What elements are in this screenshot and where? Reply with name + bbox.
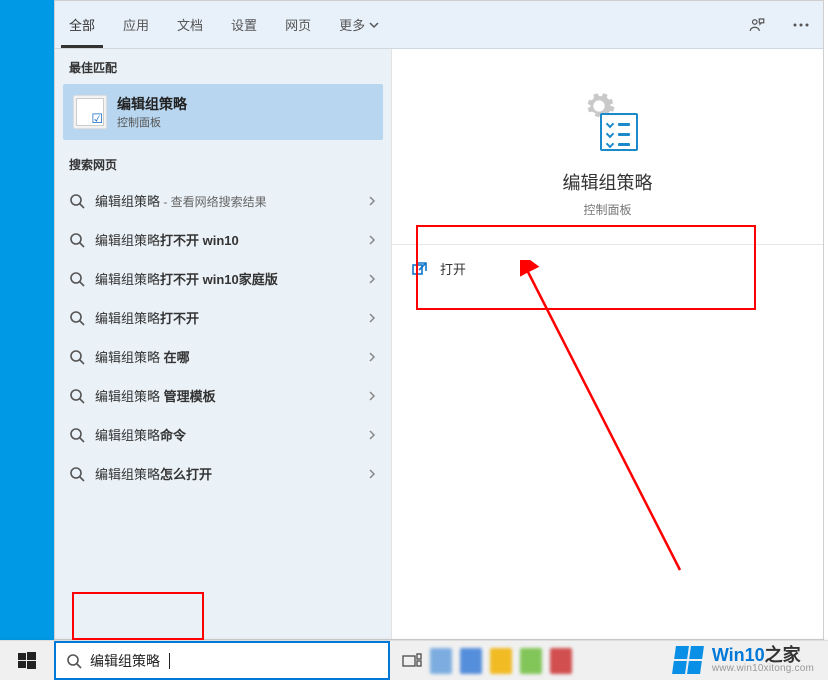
chevron-right-icon	[367, 313, 377, 323]
taskbar-apps	[390, 641, 828, 680]
web-result-text: 编辑组策略打不开 win10家庭版	[95, 269, 357, 288]
section-web-header: 搜索网页	[55, 146, 391, 181]
web-results-list: 编辑组策略 - 查看网络搜索结果编辑组策略打不开 win10 编辑组策略打不开 w…	[55, 181, 391, 493]
windows-logo-icon	[18, 652, 36, 670]
feedback-button[interactable]	[735, 1, 779, 48]
tab-web[interactable]: 网页	[271, 1, 325, 48]
preview-app-icon	[576, 89, 640, 153]
chevron-right-icon	[367, 469, 377, 479]
taskbar-search-box[interactable]: 编辑组策略	[54, 641, 390, 680]
open-action-label: 打开	[440, 259, 466, 278]
content-area: 最佳匹配 编辑组策略 控制面板 搜索网页 编辑组策略 - 查看网络搜索结果编辑组…	[55, 49, 823, 639]
search-icon	[69, 388, 85, 404]
tab-all[interactable]: 全部	[55, 1, 109, 48]
preview-subtitle: 控制面板	[583, 201, 631, 218]
search-icon	[69, 232, 85, 248]
search-icon	[66, 653, 82, 669]
preview-column: 编辑组策略 控制面板 打开	[391, 49, 823, 639]
web-result-text: 编辑组策略打不开	[95, 308, 357, 327]
best-match-result[interactable]: 编辑组策略 控制面板	[63, 84, 383, 140]
web-result-item[interactable]: 编辑组策略打不开	[55, 298, 391, 337]
control-panel-icon	[73, 95, 107, 129]
web-result-item[interactable]: 编辑组策略 管理模板	[55, 376, 391, 415]
tab-more[interactable]: 更多	[325, 1, 393, 48]
web-result-text: 编辑组策略命令	[95, 425, 357, 444]
search-icon	[69, 466, 85, 482]
web-result-item[interactable]: 编辑组策略命令	[55, 415, 391, 454]
desktop-background-strip	[0, 0, 54, 680]
web-result-text: 编辑组策略 - 查看网络搜索结果	[95, 191, 357, 210]
taskbar: 编辑组策略	[0, 640, 828, 680]
web-result-item[interactable]: 编辑组策略打不开 win10家庭版	[55, 259, 391, 298]
results-column: 最佳匹配 编辑组策略 控制面板 搜索网页 编辑组策略 - 查看网络搜索结果编辑组…	[55, 49, 391, 639]
chevron-right-icon	[367, 274, 377, 284]
checklist-icon	[600, 113, 638, 151]
web-result-item[interactable]: 编辑组策略 - 查看网络搜索结果	[55, 181, 391, 220]
chevron-right-icon	[367, 391, 377, 401]
preview-title: 编辑组策略	[563, 169, 653, 195]
web-result-text: 编辑组策略怎么打开	[95, 464, 357, 483]
start-button[interactable]	[0, 641, 54, 680]
search-icon	[69, 349, 85, 365]
search-results-panel: 全部 应用 文档 设置 网页 更多 最佳匹配 编辑组策略 控制面板 搜	[54, 0, 824, 640]
best-match-text: 编辑组策略 控制面板	[117, 94, 187, 130]
web-result-item[interactable]: 编辑组策略 在哪	[55, 337, 391, 376]
task-view-icon[interactable]	[402, 653, 422, 669]
chevron-right-icon	[367, 235, 377, 245]
filter-tab-bar: 全部 应用 文档 设置 网页 更多	[55, 1, 823, 49]
web-result-text: 编辑组策略 在哪	[95, 347, 357, 366]
chevron-down-icon	[369, 20, 379, 30]
search-input-text: 编辑组策略	[90, 651, 160, 671]
web-result-text: 编辑组策略 管理模板	[95, 386, 357, 405]
tab-apps[interactable]: 应用	[109, 1, 163, 48]
search-icon	[69, 193, 85, 209]
web-result-text: 编辑组策略打不开 win10	[95, 230, 357, 249]
open-action[interactable]: 打开	[392, 245, 823, 292]
ellipsis-icon	[793, 23, 809, 27]
text-caret	[169, 653, 170, 669]
section-best-match-header: 最佳匹配	[55, 49, 391, 84]
tab-documents[interactable]: 文档	[163, 1, 217, 48]
tab-more-label: 更多	[339, 15, 365, 34]
chevron-right-icon	[367, 196, 377, 206]
more-options-button[interactable]	[779, 1, 823, 48]
chevron-right-icon	[367, 352, 377, 362]
person-feedback-icon	[748, 16, 766, 34]
search-icon	[69, 310, 85, 326]
best-match-subtitle: 控制面板	[117, 114, 187, 130]
search-icon	[69, 271, 85, 287]
web-result-item[interactable]: 编辑组策略打不开 win10	[55, 220, 391, 259]
open-icon	[412, 261, 428, 277]
chevron-right-icon	[367, 430, 377, 440]
search-icon	[69, 427, 85, 443]
tab-settings[interactable]: 设置	[217, 1, 271, 48]
web-result-item[interactable]: 编辑组策略怎么打开	[55, 454, 391, 493]
best-match-title: 编辑组策略	[117, 94, 187, 114]
